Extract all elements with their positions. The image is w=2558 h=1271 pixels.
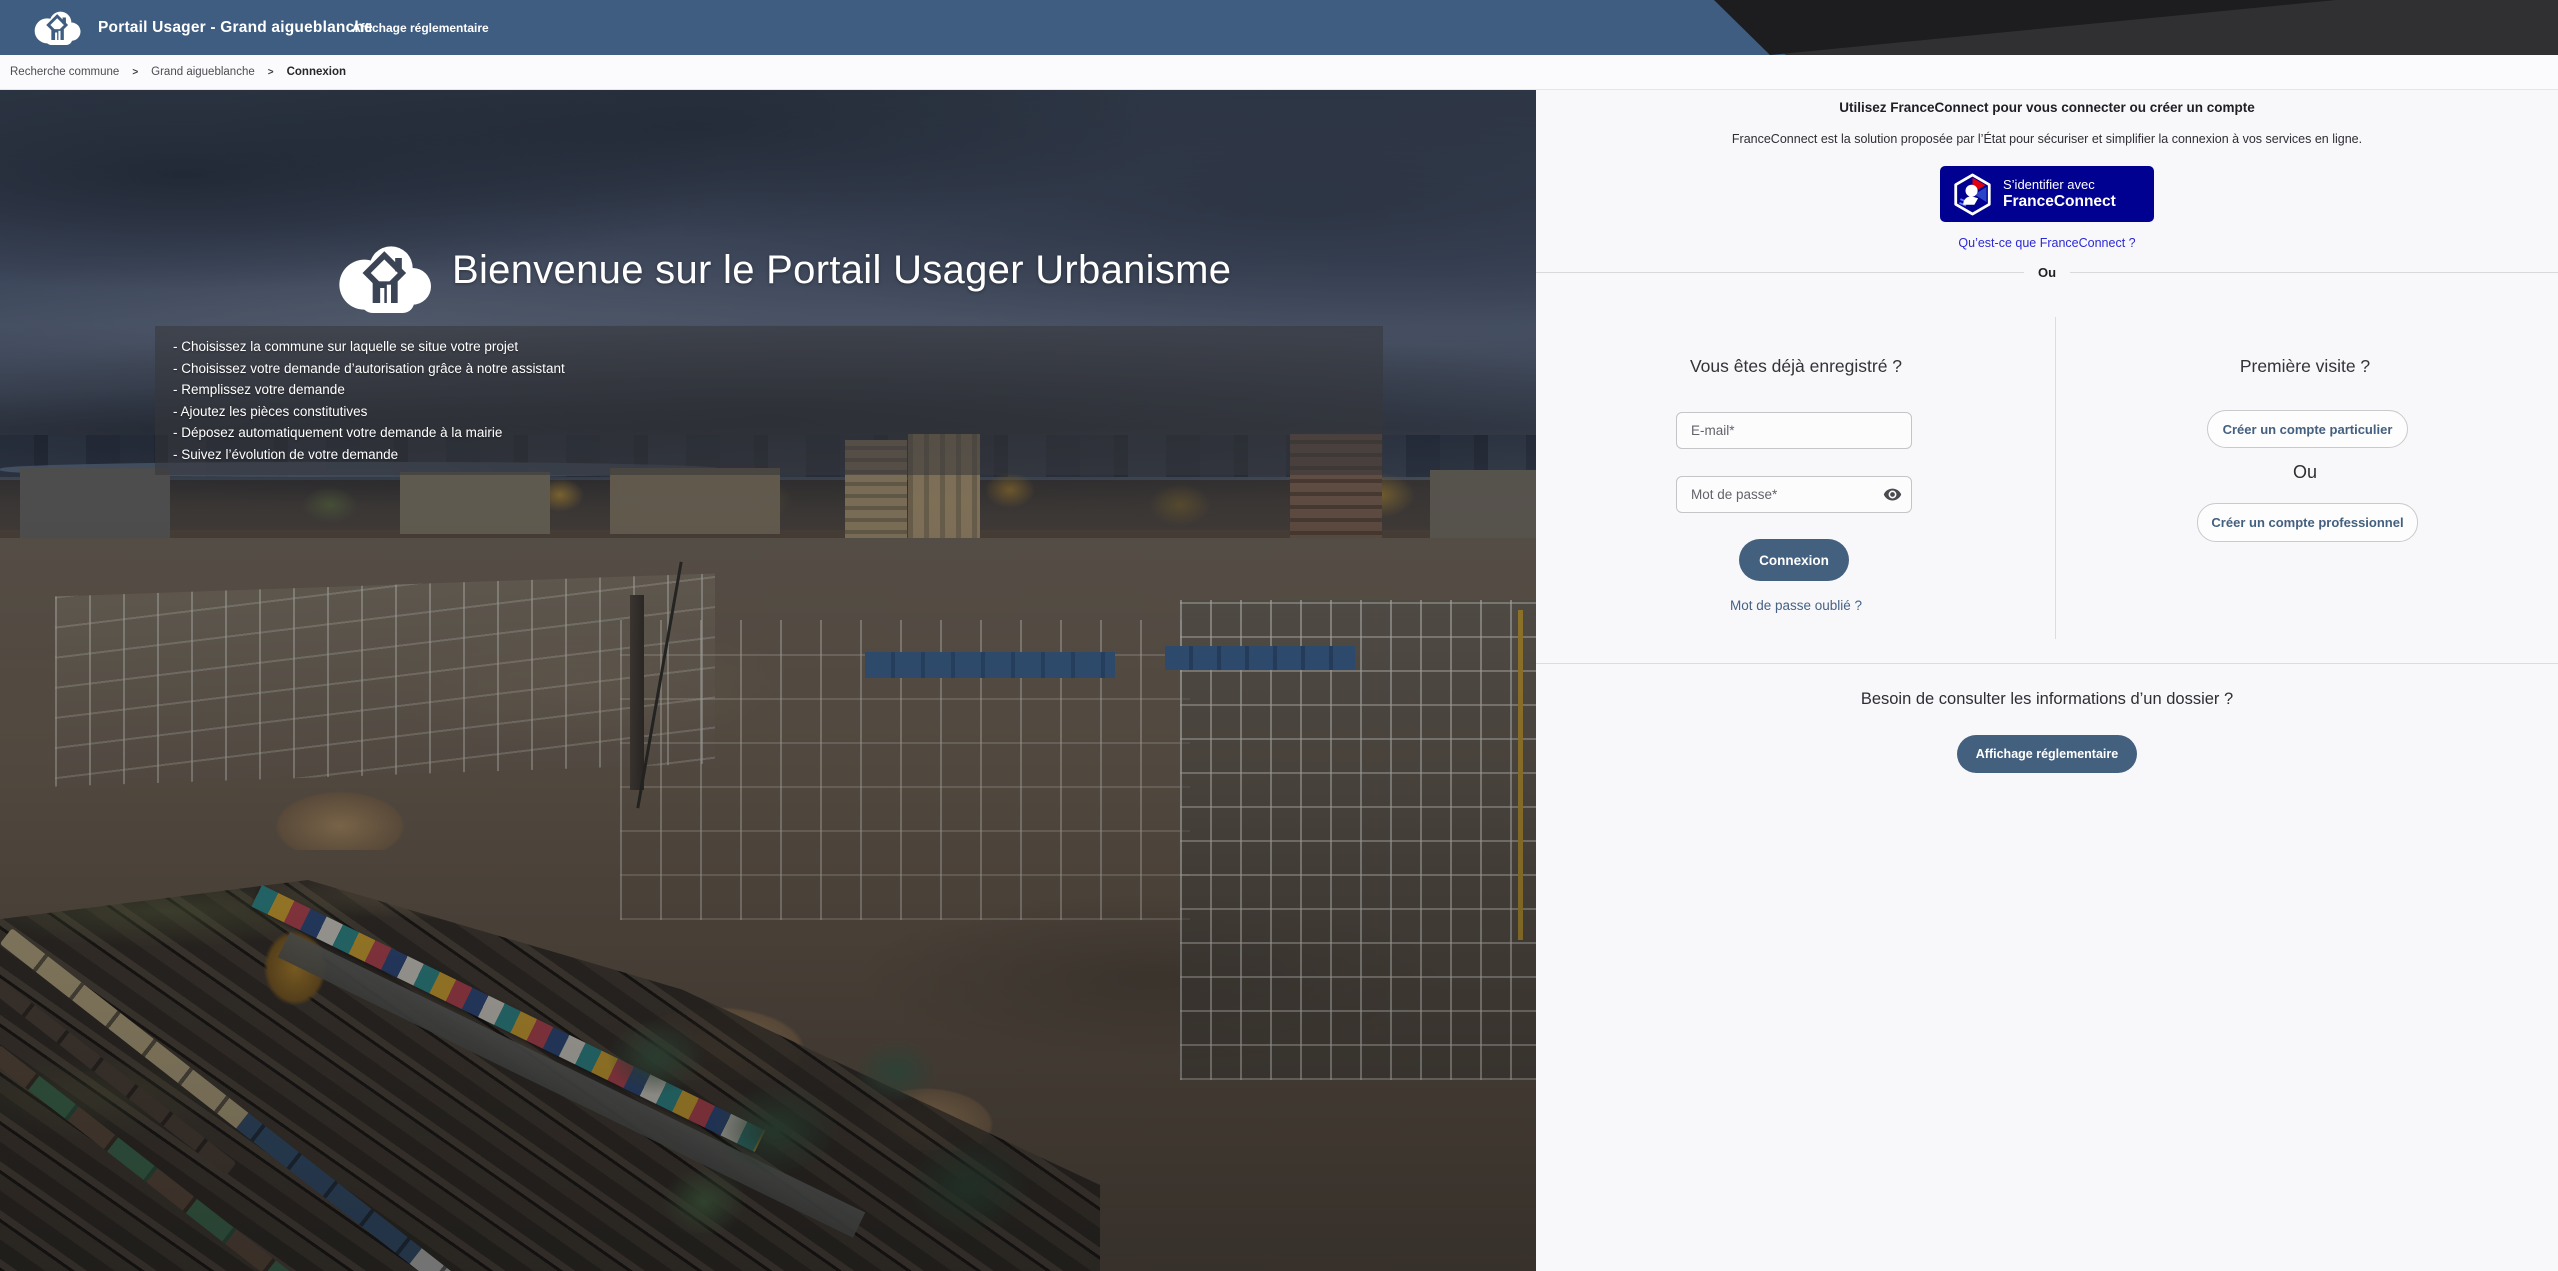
hero-title: Bienvenue sur le Portail Usager Urbanism… <box>452 248 1231 293</box>
login-section-title: Vous êtes déjà enregistré ? <box>1596 356 1996 377</box>
hero-step: - Déposez automatiquement votre demande … <box>173 422 1365 444</box>
divider-line <box>2070 272 2558 273</box>
hero-step: - Remplissez votre demande <box>173 379 1365 401</box>
dossier-question: Besoin de consulter les informations d’u… <box>1536 690 2558 709</box>
password-field-wrapper <box>1676 476 1912 513</box>
header-affichage-reglementaire-link[interactable]: Affichage réglementaire <box>352 0 489 55</box>
or-divider: Ou <box>1536 262 2558 282</box>
franceconnect-button-label: S’identifier avec FranceConnect <box>2003 178 2116 211</box>
chevron-right-icon: > <box>132 67 138 78</box>
create-professional-account-button[interactable]: Créer un compte professionnel <box>2197 503 2418 542</box>
column-divider <box>2055 317 2056 639</box>
section-divider <box>1536 663 2558 664</box>
or-label: Ou <box>2038 265 2056 280</box>
hero-photo-section: Bienvenue sur le Portail Usager Urbanism… <box>0 90 1536 1271</box>
franceconnect-description: FranceConnect est la solution proposée p… <box>1536 132 2558 146</box>
portal-cloud-house-logo-icon <box>336 238 436 318</box>
breadcrumb: Recherche commune > Grand aigueblanche >… <box>0 55 2558 90</box>
affichage-reglementaire-button[interactable]: Affichage réglementaire <box>1957 735 2137 773</box>
hero-step: - Suivez l’évolution de votre demande <box>173 444 1365 466</box>
hero-steps-box: - Choisissez la commune sur laquelle se … <box>155 326 1383 475</box>
franceconnect-title: Utilisez FranceConnect pour vous connect… <box>1536 100 2558 115</box>
cloud-house-logo-icon <box>33 7 83 48</box>
franceconnect-info-link[interactable]: Qu’est-ce que FranceConnect ? <box>1536 236 2558 250</box>
register-or-label: Ou <box>2098 462 2512 483</box>
hero-step: - Choisissez votre demande d’autorisatio… <box>173 358 1365 380</box>
connexion-button[interactable]: Connexion <box>1739 539 1849 581</box>
breadcrumb-item-commune[interactable]: Grand aigueblanche <box>151 66 255 78</box>
app-title: Portail Usager - Grand aigueblanche <box>98 0 373 55</box>
divider-line <box>1536 272 2024 273</box>
email-field[interactable] <box>1676 412 1912 449</box>
chevron-right-icon: > <box>268 67 274 78</box>
auth-panel: Utilisez FranceConnect pour vous connect… <box>1536 90 2558 1271</box>
email-field-wrapper <box>1676 412 1912 449</box>
create-individual-account-button[interactable]: Créer un compte particulier <box>2207 410 2408 448</box>
password-field[interactable] <box>1676 476 1912 513</box>
breadcrumb-item-recherche-commune[interactable]: Recherche commune <box>10 66 119 78</box>
portal-login-page: Portail Usager - Grand aigueblanche Affi… <box>0 0 2558 1271</box>
hero-step: - Ajoutez les pièces constitutives <box>173 401 1365 423</box>
register-section-title: Première visite ? <box>2098 356 2512 377</box>
hero-step: - Choisissez la commune sur laquelle se … <box>173 336 1365 358</box>
marianne-hexagon-icon <box>1952 172 1993 217</box>
forgot-password-link[interactable]: Mot de passe oublié ? <box>1596 598 1996 613</box>
breadcrumb-item-connexion: Connexion <box>287 66 346 78</box>
app-header: Portail Usager - Grand aigueblanche Affi… <box>0 0 2558 55</box>
franceconnect-button[interactable]: S’identifier avec FranceConnect <box>1940 166 2154 222</box>
eye-visibility-icon[interactable] <box>1883 485 1902 504</box>
